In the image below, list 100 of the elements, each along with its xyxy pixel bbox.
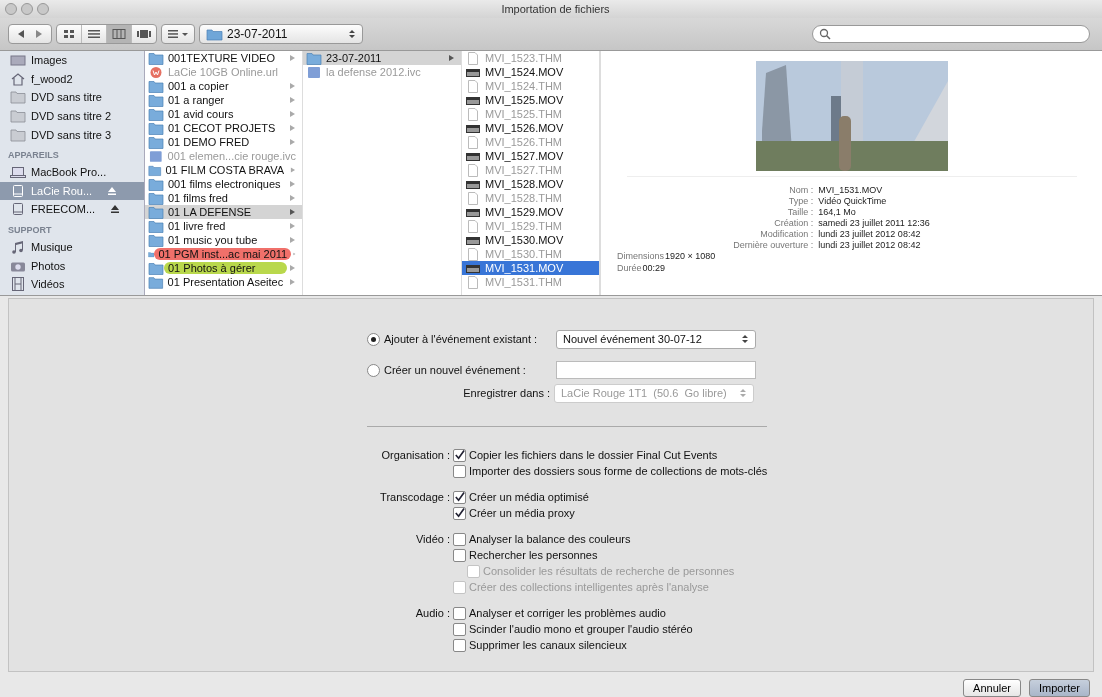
detail-value: samedi 23 juillet 2011 12:36	[818, 218, 930, 228]
folder-icon	[148, 275, 164, 289]
group-label: Vidéo :	[414, 532, 451, 547]
file-list-item[interactable]: 01 music you tube	[145, 233, 302, 247]
search-icon	[819, 28, 831, 40]
file-list-item[interactable]: 001TEXTURE VIDEO	[145, 51, 302, 65]
window-title: Importation de fichiers	[500, 3, 611, 15]
event-popup[interactable]: Nouvel événement 30-07-12	[556, 329, 756, 349]
eject-icon[interactable]	[110, 204, 121, 215]
file-list-item[interactable]: 001 a copier	[145, 79, 302, 93]
sidebar-item[interactable]: DVD sans titre 3	[0, 125, 144, 144]
updown-arrows-icon	[348, 28, 356, 40]
updown-arrows-icon	[741, 333, 749, 345]
detail-label: Dimensions	[617, 251, 665, 263]
folder-icon	[148, 107, 164, 121]
file-list-item[interactable]: MVI_1524.MOV	[462, 65, 599, 79]
checkmark-icon	[454, 449, 465, 461]
library-icon	[306, 65, 322, 79]
document-icon	[465, 163, 481, 177]
file-list-item[interactable]: 01 a ranger	[145, 93, 302, 107]
sidebar-heading: APPAREILS	[7, 148, 60, 162]
folder-icon	[148, 163, 162, 177]
detail-label: Type :	[787, 196, 814, 206]
file-list-item[interactable]: MVI_1527.MOV	[462, 149, 599, 163]
radio-button[interactable]	[367, 363, 380, 377]
file-list-item[interactable]: 001 films electroniques	[145, 177, 302, 191]
library-icon	[148, 149, 164, 163]
file-list-item[interactable]: MVI_1529.MOV	[462, 205, 599, 219]
checkbox-option[interactable]: Scinder l'audio mono et grouper l'audio stéréo	[453, 621, 693, 637]
file-list-item[interactable]: MVI_1531.MOV	[462, 261, 599, 275]
checkbox-option[interactable]: Supprimer les canaux silencieux	[453, 637, 693, 653]
file-list-item[interactable]: 01 films fred	[145, 191, 302, 205]
checkbox-option[interactable]: Copier les fichiers dans le dossier Final Cut Events	[453, 447, 768, 463]
file-list-item[interactable]: MVI_1525.MOV	[462, 93, 599, 107]
radio-label: Créer un nouvel événement :	[384, 364, 527, 376]
file-list-item[interactable]: 01 DEMO FRED	[145, 135, 302, 149]
checkbox[interactable]	[453, 532, 466, 546]
file-list-item[interactable]: 01 avid cours	[145, 107, 302, 121]
event-name-field[interactable]	[556, 361, 756, 379]
document-icon	[465, 79, 481, 93]
checkbox[interactable]	[453, 506, 466, 520]
sidebar-item[interactable]: FREECOM...	[0, 200, 144, 219]
file-list-item[interactable]: MVI_1528.MOV	[462, 177, 599, 191]
file-list-item[interactable]: MVI_1530.MOV	[462, 233, 599, 247]
checkbox[interactable]	[453, 548, 466, 562]
radio-label: Ajouter à l'événement existant :	[384, 333, 539, 345]
sidebar-item[interactable]: DVD sans titre	[0, 88, 144, 107]
zoom-icon[interactable]	[37, 3, 49, 15]
checkbox-option[interactable]: Analyser et corriger les problèmes audio	[453, 605, 693, 621]
checkbox-option[interactable]: Analyser la balance des couleurs	[453, 531, 735, 547]
arrange-menu-button[interactable]	[161, 24, 195, 44]
file-list-item[interactable]: MVI_1526.MOV	[462, 121, 599, 135]
file-list-item[interactable]: 01 CECOT PROJETS	[145, 121, 302, 135]
laptop-icon	[10, 165, 26, 180]
folder-icon	[148, 177, 164, 191]
sidebar-item[interactable]: DVD sans titre 2	[0, 106, 144, 126]
sidebar-heading: SUPPORT	[7, 223, 53, 237]
checkbox[interactable]	[453, 606, 466, 620]
sidebar-item[interactable]: Musique	[0, 237, 144, 257]
checkbox-option[interactable]: Importer des dossiers sous forme de collections de mots-clés	[453, 463, 768, 479]
close-icon[interactable]	[5, 3, 17, 15]
home-icon	[10, 71, 26, 86]
menu-icon	[165, 28, 191, 40]
checkbox-option[interactable]: Créer un média optimisé	[453, 489, 589, 505]
path-popup[interactable]: 23-07-2011	[199, 24, 363, 44]
file-list-item[interactable]: 01 Presentation Aseitec	[145, 275, 302, 289]
detail-label: Création :	[773, 218, 814, 228]
checkbox[interactable]	[453, 464, 466, 478]
checkbox[interactable]	[453, 638, 466, 652]
checkbox-option[interactable]: Créer un média proxy	[453, 505, 589, 521]
link-icon	[148, 65, 164, 79]
import-button[interactable]: Importer	[1029, 679, 1090, 697]
folder-icon	[148, 135, 164, 149]
checkbox-option[interactable]: Rechercher les personnes	[453, 547, 735, 563]
checkbox[interactable]	[453, 448, 466, 462]
sidebar-item[interactable]: Images	[0, 51, 144, 70]
detail-label: Dernière ouverture :	[733, 240, 814, 250]
search-field[interactable]	[812, 25, 1090, 43]
detail-value: 164,1 Mo	[818, 207, 857, 217]
file-list-item[interactable]: 01 LA DEFENSE	[145, 205, 302, 219]
back-forward-control[interactable]	[8, 24, 52, 44]
film-icon	[10, 277, 26, 292]
column-view-icon[interactable]	[106, 25, 131, 43]
folder-icon	[148, 79, 164, 93]
file-list-item[interactable]: 01 livre fred	[145, 219, 302, 233]
folder-icon	[10, 127, 26, 142]
sidebar-item[interactable]: MacBook Pro...	[0, 162, 144, 182]
sidebar-item[interactable]: Photos	[0, 256, 144, 275]
checkbox[interactable]	[453, 622, 466, 636]
document-icon	[465, 107, 481, 121]
radio-button[interactable]	[367, 332, 380, 346]
checkmark-icon	[454, 491, 465, 503]
minimize-icon[interactable]	[21, 3, 33, 15]
file-list-item[interactable]: 01 FILM COSTA BRAVA	[145, 163, 302, 177]
sidebar-item[interactable]: f_wood2	[0, 69, 144, 89]
folder-icon	[148, 121, 164, 135]
sidebar-item[interactable]: Vidéos	[0, 274, 144, 294]
cancel-button[interactable]: Annuler	[963, 679, 1022, 697]
checkbox[interactable]	[453, 490, 466, 504]
file-list-item[interactable]: 23-07-2011	[303, 51, 461, 65]
